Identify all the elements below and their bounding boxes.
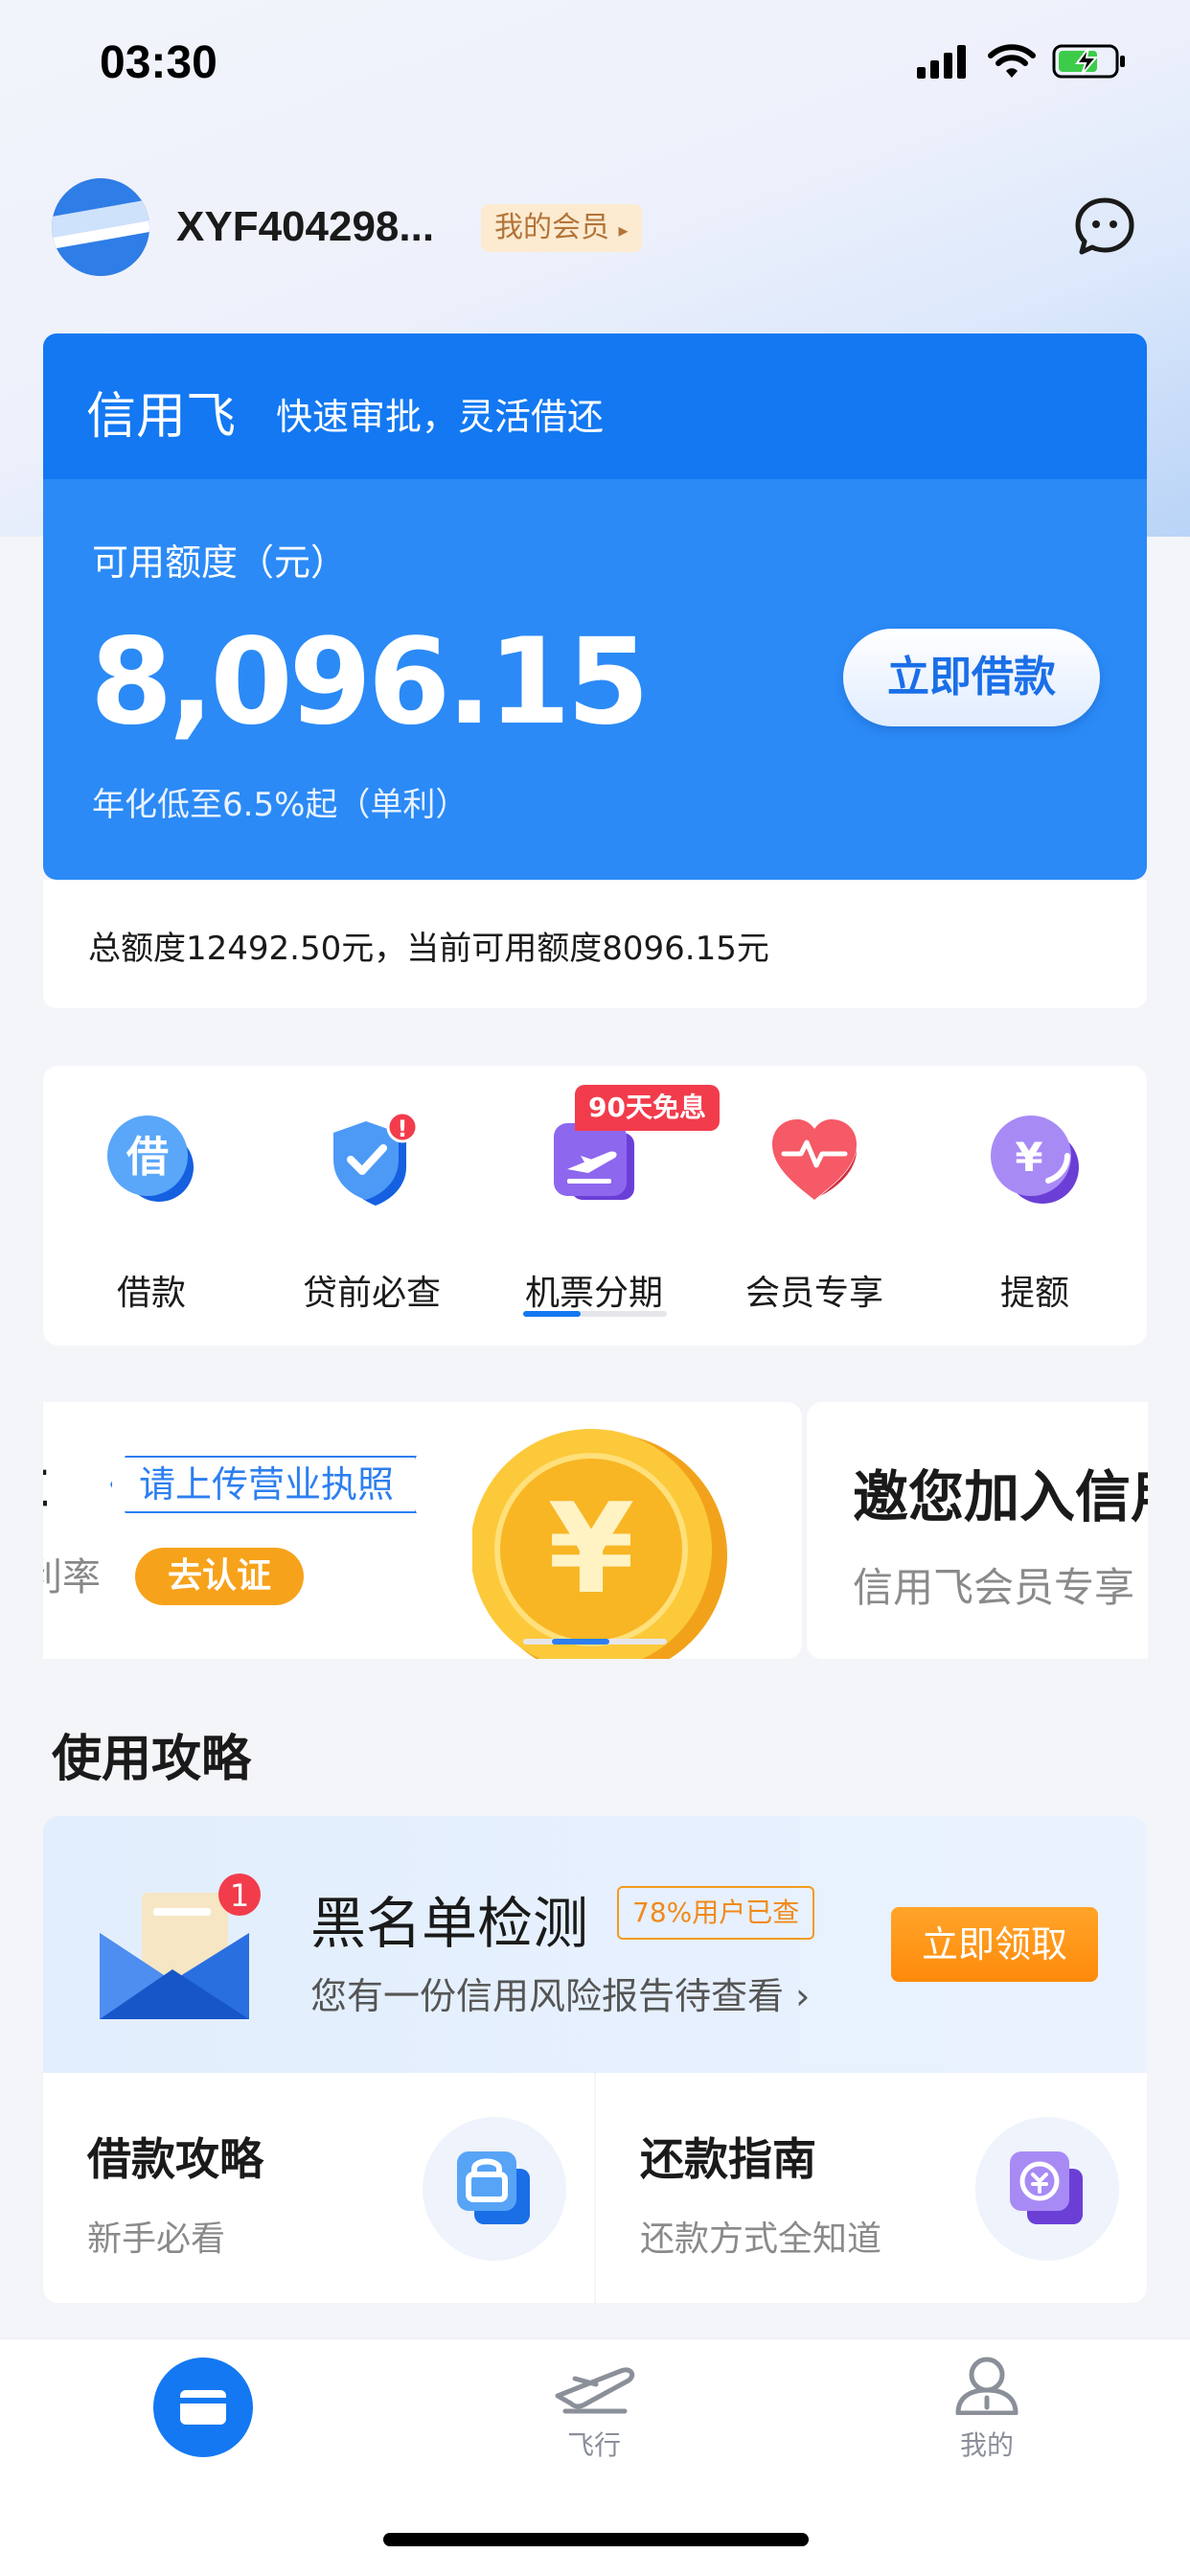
rate-note: 年化低至6.5%起（单利） [92,786,469,824]
banner-title: 享 [43,1450,49,1528]
signal-icon [917,45,966,79]
borrow-now-button[interactable]: 立即借款 [843,629,1100,726]
plane-icon [555,2367,635,2414]
card-subtitle: 还款方式全知道 [640,2220,882,2259]
brand-name: 信用飞 [86,388,237,446]
coin-char: ¥ [548,1476,634,1622]
promo-tag: 78%用户已查 [617,1886,815,1940]
services-scroll-thumb [523,1311,581,1317]
username: XYF404298... [176,203,435,250]
notification-count: 1 [230,1877,249,1914]
card-title: 借款攻略 [87,2133,263,2185]
claim-now-button[interactable]: 立即领取 [891,1907,1098,1982]
tab-home[interactable] [153,2358,253,2457]
available-credit-label: 可用额度（元） [92,541,348,584]
envelope-report-icon: 1 [100,1874,261,2019]
card-icon [180,2390,226,2425]
caret-right-icon: ▸ [618,218,629,242]
card-subtitle: 新手必看 [87,2220,226,2259]
service-borrow[interactable]: 借 借款 [56,1112,247,1313]
loan-guide-card[interactable]: 借款攻略 新手必看 [43,2073,594,2303]
service-label: 机票分期 [524,1274,663,1313]
user-icon [955,2357,1018,2416]
service-pre-loan-check[interactable]: ! 贷前必查 [276,1112,468,1313]
avatar[interactable] [52,178,149,276]
service-raise-limit[interactable]: ¥ 提额 [939,1112,1131,1313]
service-label: 借款 [116,1274,186,1313]
status-time: 03:30 [100,37,217,88]
heart-icon [772,1119,857,1200]
service-ticket-installment[interactable]: 机票分期 [498,1112,690,1313]
lock-document-icon [423,2117,566,2261]
promo-banner-business-license[interactable]: 享 请上传营业执照 利率 去认证 ¥ [43,1402,802,1659]
member-badge[interactable]: 我的会员 ▸ [481,204,642,252]
repayment-guide-card[interactable]: 还款指南 还款方式全知道 [596,2073,1147,2303]
home-indicator [383,2533,809,2546]
service-member-exclusive[interactable]: 会员专享 [719,1112,910,1313]
chevron-right-icon: › [795,1975,811,2017]
total-credit-text: 总额度12492.50元，当前可用额度8096.15元 [88,930,769,968]
borrow-icon-char: 借 [126,1133,169,1182]
member-badge-label: 我的会员 [494,211,609,244]
tab-flight[interactable]: 飞行 [537,2354,652,2463]
gold-coin-icon: ¥ [472,1429,727,1659]
alert-badge: ! [398,1116,408,1142]
chat-icon[interactable] [1073,196,1136,259]
promo-title: 黑名单检测 [310,1891,589,1956]
battery-charging-icon [1052,44,1125,79]
service-label: 提额 [999,1274,1069,1313]
wifi-icon [988,44,1036,78]
banner-title: 邀您加入信用飞会员 [853,1464,1148,1530]
banner-pager-thumb [552,1639,609,1644]
available-credit-amount: 8,096.15 [90,613,650,751]
verify-button[interactable]: 去认证 [135,1548,305,1605]
promo-subtitle[interactable]: 您有一份信用风险报告待查看 › [310,1966,810,2019]
tab-label: 飞行 [566,2429,621,2461]
yuan-icon-char: ¥ [1015,1134,1042,1181]
brand-slogan: 快速审批，灵活借还 [276,396,605,438]
promo-banner-membership[interactable]: 邀您加入信用飞会员 信用飞会员专享 [807,1402,1148,1659]
service-label: 贷前必查 [302,1274,441,1313]
free-interest-tag: 90天免息 [575,1085,720,1131]
banner-subtitle: 信用飞会员专享 [853,1564,1135,1611]
borrow-icon: 借 [107,1116,194,1202]
repay-icon [975,2117,1119,2261]
section-title: 使用攻略 [52,1731,252,1788]
tab-mine[interactable]: 我的 [929,2354,1044,2463]
upload-license-tag: 请上传营业执照 [110,1456,417,1513]
yuan-up-icon: ¥ [991,1116,1079,1204]
service-label: 会员专享 [744,1274,883,1313]
card-title: 还款指南 [640,2133,816,2185]
banner-subtitle: 利率 [43,1555,101,1599]
promo-subtitle-text: 您有一份信用风险报告待查看 [310,1975,785,2017]
tab-label: 我的 [959,2429,1014,2461]
shield-check-icon: ! [333,1112,419,1206]
